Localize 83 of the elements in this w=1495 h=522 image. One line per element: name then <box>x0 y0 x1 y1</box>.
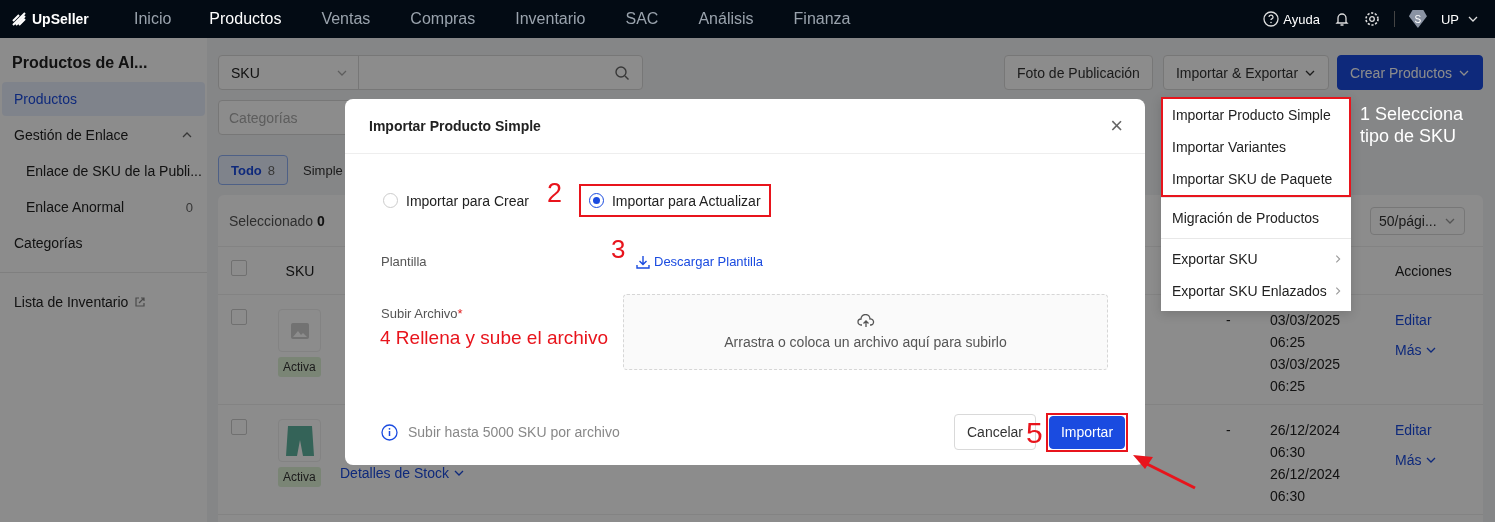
close-button[interactable]: × <box>1110 113 1123 139</box>
help-link[interactable]: Ayuda <box>1283 11 1320 27</box>
upload-note: Subir hasta 5000 SKU por archivo <box>408 424 620 440</box>
logo-icon <box>10 10 28 28</box>
annotation-text: 3 <box>611 236 626 262</box>
selected-count: Seleccionado 0 <box>229 212 325 229</box>
status-tag: Activa <box>278 467 321 487</box>
date-text: 03/03/2025 <box>1270 311 1341 330</box>
annotation-text: 1 Selecciona tipo de SKU <box>1360 104 1465 148</box>
date-text: 26/12/2024 <box>1270 465 1341 484</box>
menu-item[interactable]: Importar SKU de Paquete <box>1161 163 1351 195</box>
upload-cloud-icon <box>856 313 875 328</box>
search-field[interactable]: SKU <box>218 55 643 90</box>
date-text: 06:30 <box>1270 443 1306 462</box>
date-text: 06:25 <box>1270 377 1306 396</box>
user-name[interactable]: UP <box>1440 11 1459 27</box>
date-text: 06:30 <box>1270 487 1306 506</box>
nav-tab[interactable]: SAC <box>625 10 659 28</box>
table-cell: - <box>1226 312 1231 328</box>
sidebar-title: Productos de Al... <box>11 54 149 72</box>
nav-tab[interactable]: Finanza <box>793 10 851 28</box>
nav-tab[interactable]: Compras <box>410 10 476 28</box>
item-count: 0 <box>185 199 193 215</box>
column-header: Acciones <box>1395 262 1452 279</box>
menu-item[interactable]: Importar Variantes <box>1161 131 1351 163</box>
row-checkbox[interactable] <box>231 309 247 325</box>
dialog-title: Importar Producto Simple <box>369 118 541 134</box>
sidebar-item[interactable]: Categorías <box>2 226 205 260</box>
field-label: Plantilla <box>381 254 427 269</box>
date-text: 06:25 <box>1270 333 1306 352</box>
status-tag: Activa <box>278 357 321 377</box>
sidebar-item[interactable]: Enlace de SKU de la Publi... <box>2 154 205 188</box>
select-all-checkbox[interactable] <box>231 259 247 276</box>
date-text: 03/03/2025 <box>1270 355 1341 374</box>
nav-tab[interactable]: Inicio <box>134 10 172 28</box>
menu-item[interactable]: Exportar SKU <box>1161 243 1351 275</box>
nav-tab[interactable]: Ventas <box>321 10 371 28</box>
import-export-button[interactable]: Importar & Exportar <box>1162 55 1330 90</box>
import-button[interactable]: Importar <box>1049 415 1125 449</box>
info-icon <box>381 423 398 441</box>
bell-icon[interactable] <box>1333 11 1350 27</box>
logo-text: UpSeller <box>32 11 89 27</box>
mode-radio[interactable]: Importar para Crear <box>383 192 529 209</box>
search-type-select[interactable]: SKU <box>231 64 260 81</box>
help-icon[interactable] <box>1263 11 1280 27</box>
stock-details-link[interactable]: Detalles de Stock <box>340 462 465 484</box>
page-size-select[interactable]: 50/pági... <box>1370 206 1465 235</box>
chevron-icon <box>1333 254 1343 264</box>
table-cell: - <box>1226 422 1231 438</box>
sidebar-item[interactable]: Enlace Anormal 0 <box>2 190 205 224</box>
annotation-text: 4 Rellena y sube el archivo <box>380 328 609 347</box>
drop-text: Arrastra o coloca un archivo aquí para subirlo <box>724 333 1007 350</box>
download-template-link[interactable]: Descargar Plantilla <box>636 254 764 269</box>
edit-link[interactable]: Editar <box>1395 419 1432 441</box>
date-text: 26/12/2024 <box>1270 421 1341 440</box>
image-icon <box>290 322 309 339</box>
search-icon[interactable] <box>614 65 630 81</box>
download-icon <box>636 254 650 269</box>
menu-item[interactable]: Importar Producto Simple <box>1161 99 1351 131</box>
sidebar-item[interactable]: Gestión de Enlace <box>2 118 205 152</box>
menu-item[interactable]: Migración de Productos <box>1161 202 1351 234</box>
edit-link[interactable]: Editar <box>1395 309 1432 331</box>
chevron-icon <box>1333 286 1343 296</box>
mode-radio[interactable]: Importar para Actualizar <box>588 192 761 209</box>
column-header: SKU <box>285 262 315 279</box>
settings-icon[interactable] <box>1363 11 1380 27</box>
file-drop-zone[interactable]: Arrastra o coloca un archivo aquí para subirlo <box>623 293 1108 370</box>
photo-button[interactable]: Foto de Publicación <box>1003 55 1153 90</box>
nav-tab[interactable]: Inventario <box>515 10 586 28</box>
annotation-text: 2 <box>547 180 563 207</box>
nav-tab[interactable]: Análisis <box>698 10 754 28</box>
field-label: Subir Archivo* <box>381 304 463 321</box>
nav-tab[interactable]: Productos <box>209 10 282 28</box>
filter-tab[interactable]: Simple <box>290 155 356 185</box>
more-link[interactable]: Más <box>1395 449 1438 471</box>
row-checkbox[interactable] <box>231 419 247 435</box>
menu-item[interactable]: Exportar SKU Enlazados <box>1161 275 1351 307</box>
shorts-icon <box>284 423 315 458</box>
more-link[interactable]: Más <box>1395 339 1438 361</box>
app-logo[interactable]: UpSeller <box>10 10 134 28</box>
create-products-button[interactable]: Crear Productos <box>1337 55 1483 90</box>
sidebar-item[interactable]: Lista de Inventario <box>2 285 205 319</box>
annotation-arrow <box>1131 452 1197 490</box>
